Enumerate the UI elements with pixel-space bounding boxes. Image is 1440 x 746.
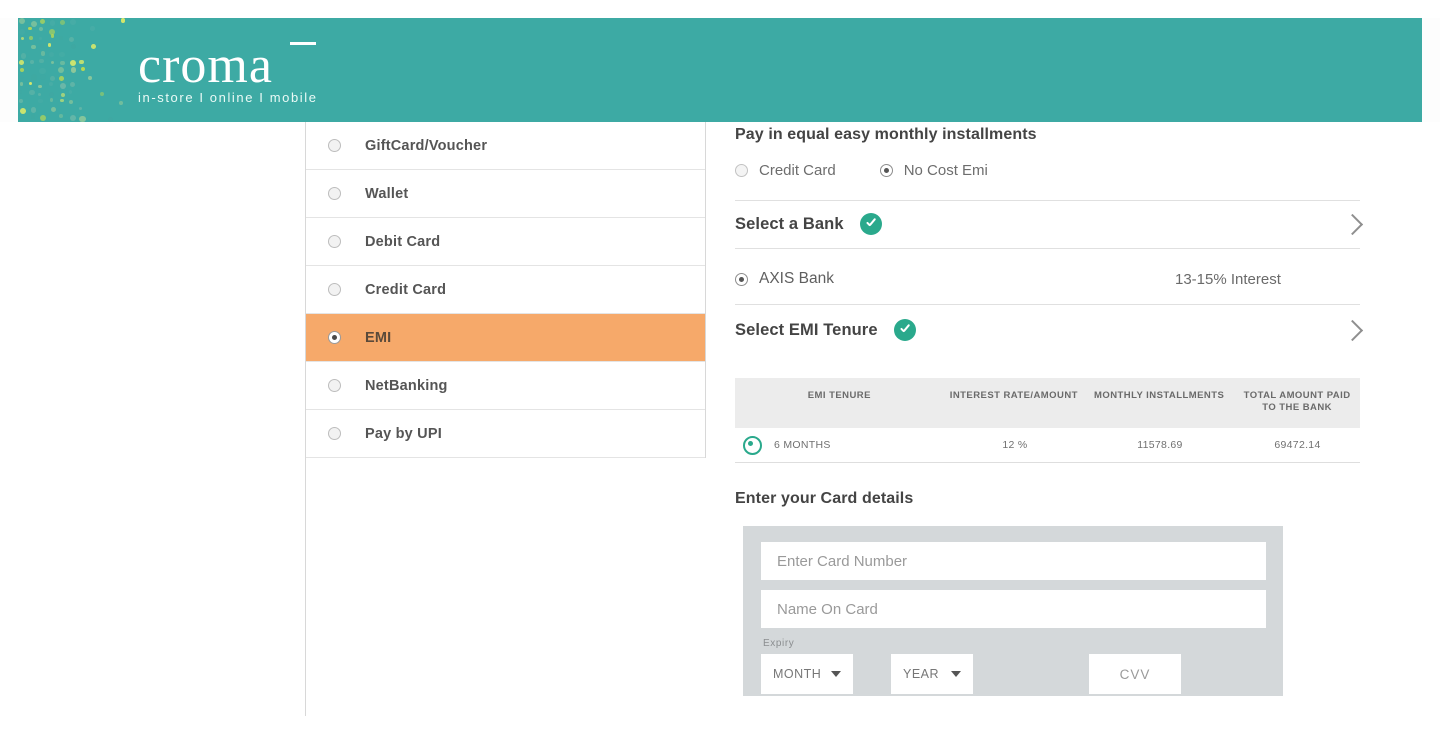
sidebar-item-credit-card[interactable]: Credit Card xyxy=(306,266,705,314)
macron-accent xyxy=(290,42,316,45)
radio-icon[interactable] xyxy=(328,139,341,152)
radio-icon[interactable] xyxy=(328,187,341,200)
expiry-month-select[interactable]: MONTH xyxy=(761,654,853,694)
sidebar-item-label: NetBanking xyxy=(365,378,448,394)
emi-mode-group: Credit Card No Cost Emi xyxy=(735,162,1032,179)
radio-icon-selected[interactable] xyxy=(328,331,341,344)
select-bank-title: Select a Bank xyxy=(735,215,844,234)
sidebar-item-label: Pay by UPI xyxy=(365,426,442,442)
card-details-heading: Enter your Card details xyxy=(735,490,913,508)
expiry-row: MONTH YEAR CVV xyxy=(761,654,1265,694)
radio-icon[interactable] xyxy=(735,164,748,177)
chevron-right-icon[interactable] xyxy=(1342,319,1363,340)
sidebar-item-label: Credit Card xyxy=(365,282,446,298)
top-margin xyxy=(0,0,1440,18)
radio-icon-selected[interactable] xyxy=(743,436,762,455)
expiry-year-select[interactable]: YEAR xyxy=(891,654,973,694)
cvv-input[interactable]: CVV xyxy=(1089,654,1181,694)
header-dot-pattern-decoration xyxy=(18,18,128,122)
chevron-down-icon[interactable] xyxy=(831,671,841,677)
emi-tenure-table: EMI TENURE INTEREST RATE/AMOUNT MONTHLY … xyxy=(735,378,1360,463)
sidebar-item-label: GiftCard/Voucher xyxy=(365,138,487,154)
page-body: GiftCard/Voucher Wallet Debit Card Credi… xyxy=(0,122,1440,746)
emi-mode-label: Credit Card xyxy=(759,162,836,179)
select-bank-accordion[interactable]: Select a Bank xyxy=(735,202,1360,246)
radio-icon-selected[interactable] xyxy=(880,164,893,177)
expiry-month-value: MONTH xyxy=(773,667,821,681)
sidebar-item-label: Wallet xyxy=(365,186,408,202)
expiry-year-value: YEAR xyxy=(903,667,939,681)
column-header-monthly: MONTHLY INSTALLMENTS xyxy=(1084,378,1234,428)
check-circle-icon xyxy=(894,319,916,341)
radio-icon[interactable] xyxy=(328,379,341,392)
table-header-row: EMI TENURE INTEREST RATE/AMOUNT MONTHLY … xyxy=(735,378,1360,428)
card-details-form: Enter Card Number Name On Card Expiry MO… xyxy=(743,526,1283,696)
card-number-input[interactable]: Enter Card Number xyxy=(761,542,1266,580)
select-tenure-title: Select EMI Tenure xyxy=(735,321,878,340)
bank-name: AXIS Bank xyxy=(759,270,834,288)
chevron-down-icon[interactable] xyxy=(951,671,961,677)
tenure-value: 6 MONTHS xyxy=(774,439,831,451)
check-circle-icon xyxy=(860,213,882,235)
page-root: croma in-store I online I mobile GiftCar… xyxy=(0,0,1440,746)
table-row[interactable]: 6 MONTHS 12 % 11578.69 69472.14 xyxy=(735,428,1360,463)
tenure-cell[interactable]: 6 MONTHS xyxy=(735,436,945,455)
divider xyxy=(735,304,1360,305)
sidebar-item-netbanking[interactable]: NetBanking xyxy=(306,362,705,410)
name-on-card-input[interactable]: Name On Card xyxy=(761,590,1266,628)
sidebar-item-emi[interactable]: EMI xyxy=(306,314,705,362)
bank-interest-rate: 13-15% Interest xyxy=(1175,271,1281,288)
radio-icon-selected[interactable] xyxy=(735,273,748,286)
sidebar-item-debit-card[interactable]: Debit Card xyxy=(306,218,705,266)
sidebar-item-label: EMI xyxy=(365,330,391,346)
chevron-right-icon[interactable] xyxy=(1342,213,1363,234)
croma-wordmark: croma xyxy=(138,38,318,94)
bottom-margin xyxy=(0,722,1440,746)
payment-method-list: GiftCard/Voucher Wallet Debit Card Credi… xyxy=(306,122,706,458)
column-header-total: TOTAL AMOUNT PAID TO THE BANK xyxy=(1234,378,1360,428)
bank-option-axis[interactable]: AXIS Bank 13-15% Interest xyxy=(735,262,1435,296)
divider xyxy=(735,248,1360,249)
sidebar-item-wallet[interactable]: Wallet xyxy=(306,170,705,218)
radio-icon[interactable] xyxy=(328,283,341,296)
column-header-tenure: EMI TENURE xyxy=(735,378,944,428)
site-header: croma in-store I online I mobile xyxy=(18,18,1422,122)
emi-mode-no-cost-emi[interactable]: No Cost Emi xyxy=(880,162,988,179)
monthly-installment-value: 11578.69 xyxy=(1085,439,1235,451)
total-amount-value: 69472.14 xyxy=(1235,439,1360,451)
radio-icon[interactable] xyxy=(328,427,341,440)
interest-value: 12 % xyxy=(945,439,1085,451)
panel-heading: Pay in equal easy monthly installments xyxy=(735,126,1037,144)
sidebar-item-pay-by-upi[interactable]: Pay by UPI xyxy=(306,410,705,458)
select-tenure-accordion[interactable]: Select EMI Tenure xyxy=(735,308,1360,352)
sidebar-item-giftcard[interactable]: GiftCard/Voucher xyxy=(306,122,705,170)
divider xyxy=(735,200,1360,201)
expiry-label: Expiry xyxy=(763,638,1265,649)
sidebar-item-label: Debit Card xyxy=(365,234,440,250)
column-header-interest: INTEREST RATE/AMOUNT xyxy=(944,378,1084,428)
emi-mode-credit-card[interactable]: Credit Card xyxy=(735,162,836,179)
radio-icon[interactable] xyxy=(328,235,341,248)
emi-mode-label: No Cost Emi xyxy=(904,162,988,179)
croma-logo[interactable]: croma in-store I online I mobile xyxy=(138,38,318,105)
